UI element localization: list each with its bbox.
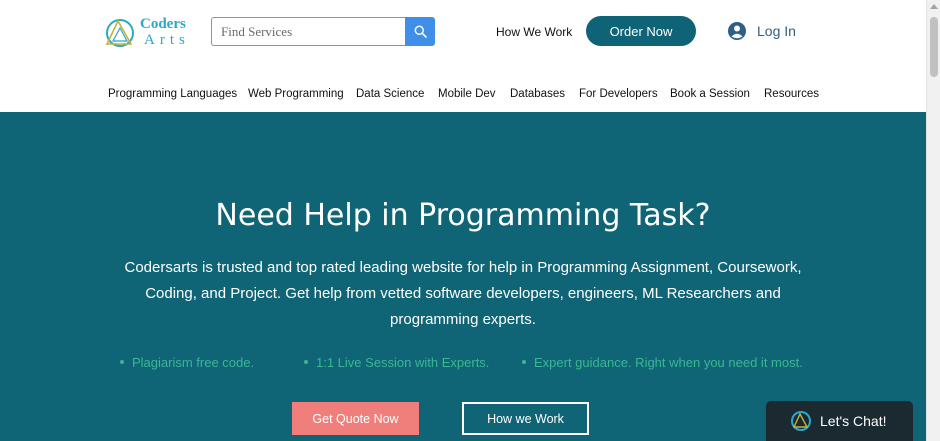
nav-item-web-programming[interactable]: Web Programming bbox=[248, 88, 344, 100]
chat-widget[interactable]: Let's Chat! bbox=[766, 401, 913, 441]
scroll-thumb[interactable] bbox=[930, 17, 938, 77]
logo-text-arts: Arts bbox=[144, 32, 190, 48]
get-quote-button[interactable]: Get Quote Now bbox=[292, 402, 419, 435]
how-we-work-button[interactable]: How we Work bbox=[462, 402, 589, 435]
search-button[interactable] bbox=[405, 17, 435, 46]
nav-item-mobile-dev[interactable]: Mobile Dev bbox=[438, 88, 496, 100]
user-icon bbox=[728, 22, 746, 40]
feature-item: 1:1 Live Session with Experts. bbox=[304, 355, 489, 370]
site-logo[interactable]: Coders Arts bbox=[104, 14, 194, 50]
feature-item: Plagiarism free code. bbox=[120, 355, 254, 370]
search-icon bbox=[414, 25, 427, 38]
bullet-dot-icon bbox=[522, 359, 526, 364]
feature-text: 1:1 Live Session with Experts. bbox=[316, 355, 490, 370]
feature-list: Plagiarism free code. 1:1 Live Session w… bbox=[0, 355, 926, 373]
order-now-button[interactable]: Order Now bbox=[586, 16, 696, 46]
search-input[interactable] bbox=[211, 17, 406, 46]
nav-item-book-a-session[interactable]: Book a Session bbox=[670, 88, 750, 100]
hero-section: Need Help in Programming Task? Codersart… bbox=[0, 112, 926, 441]
bullet-dot-icon bbox=[304, 359, 308, 364]
how-we-work-link[interactable]: How We Work bbox=[496, 25, 572, 39]
log-in-label: Log In bbox=[757, 23, 796, 39]
chat-label: Let's Chat! bbox=[820, 413, 887, 429]
main-nav: Programming Languages Web Programming Da… bbox=[0, 88, 926, 104]
page-scrollbar[interactable] bbox=[926, 0, 940, 441]
nav-item-for-developers[interactable]: For Developers bbox=[579, 88, 658, 100]
nav-item-data-science[interactable]: Data Science bbox=[356, 88, 424, 100]
site-header: Coders Arts How We Work Order Now Log In… bbox=[0, 0, 926, 112]
nav-item-programming-languages[interactable]: Programming Languages bbox=[108, 88, 237, 100]
log-in-button[interactable]: Log In bbox=[727, 20, 796, 42]
feature-text: Expert guidance. Right when you need it … bbox=[534, 355, 803, 370]
nav-item-databases[interactable]: Databases bbox=[510, 88, 565, 100]
feature-text: Plagiarism free code. bbox=[132, 355, 255, 370]
hero-title: Need Help in Programming Task? bbox=[215, 198, 711, 233]
feature-item: Expert guidance. Right when you need it … bbox=[522, 355, 803, 370]
nav-item-resources[interactable]: Resources bbox=[764, 88, 819, 100]
chat-icon bbox=[791, 411, 811, 431]
logo-icon bbox=[105, 19, 134, 47]
hero-description: Codersarts is trusted and top rated lead… bbox=[124, 259, 802, 328]
scroll-up-icon[interactable] bbox=[930, 4, 938, 9]
logo-text-coders: Coders bbox=[140, 16, 186, 32]
bullet-dot-icon bbox=[120, 359, 124, 364]
search-bar bbox=[211, 17, 435, 46]
